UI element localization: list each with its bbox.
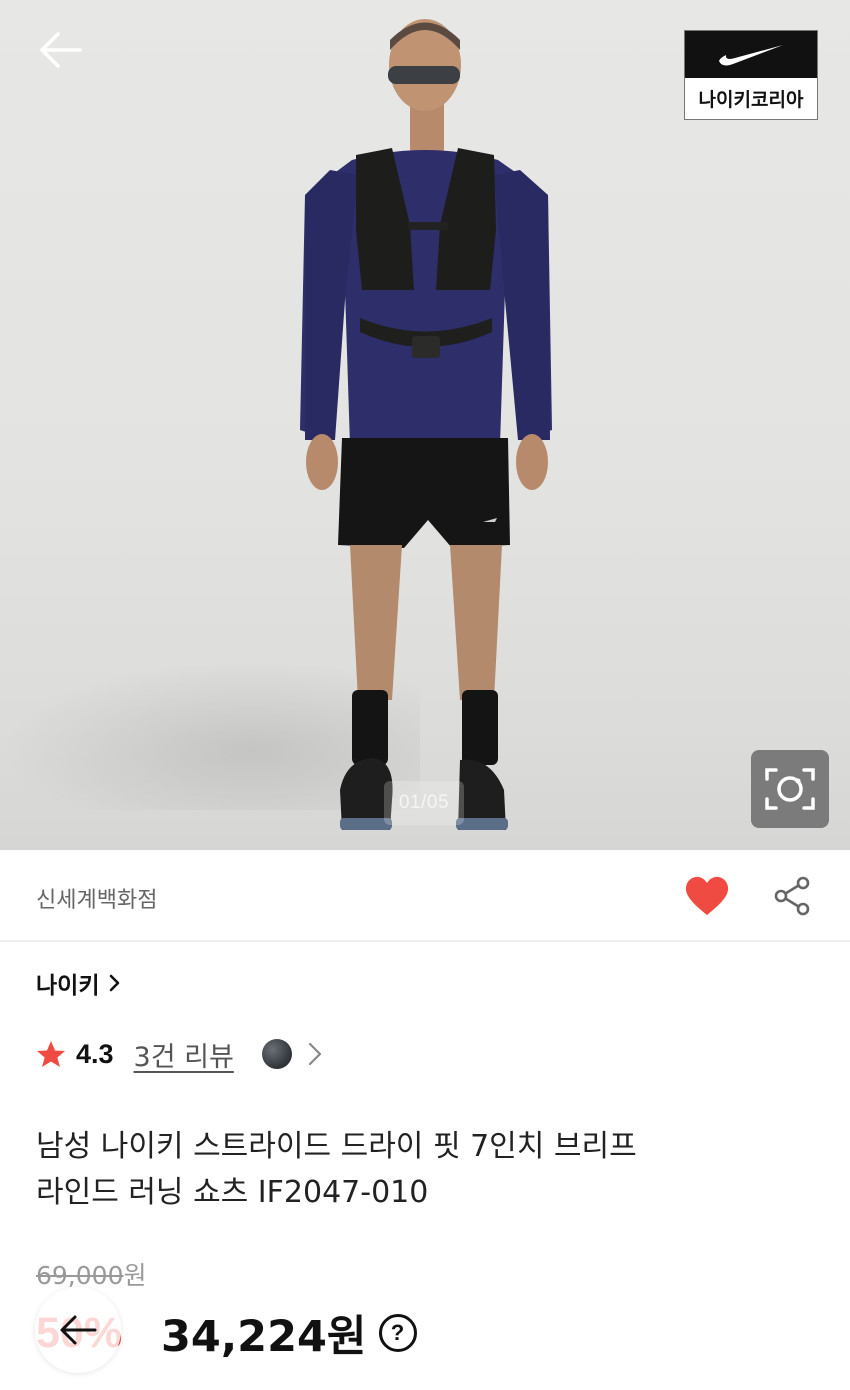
color-swatch[interactable] [261,1039,292,1069]
lens-search-icon [765,768,815,810]
star-icon [37,1041,65,1067]
sale-price: 34,224원 [161,1312,367,1362]
chevron-right-icon[interactable] [308,1042,322,1066]
rating-row: 4.3 3건 리뷰 [36,1034,322,1074]
heart-icon [685,876,729,915]
back-button[interactable] [34,28,86,72]
price-help-button[interactable]: ? [378,1314,417,1352]
image-page-counter: 01/05 [384,781,464,825]
arrow-left-icon [40,32,82,68]
chevron-right-icon [110,974,120,992]
share-icon [774,876,810,916]
product-title: 남성 나이키 스트라이드 드라이 핏 7인치 브리프 라인드 러닝 쇼츠 IF2… [36,1124,736,1216]
product-title-line: 남성 나이키 스트라이드 드라이 핏 7인치 브리프 [36,1129,637,1164]
review-count-link[interactable]: 3건 리뷰 [134,1035,234,1074]
image-search-button[interactable] [751,750,829,828]
original-price-unit: 원 [123,1261,147,1290]
help-icon: ? [390,1320,405,1345]
seller-name[interactable]: 신세계백화점 [36,882,157,914]
product-photo-model [300,19,552,830]
floating-back-button[interactable] [35,1287,121,1373]
brand-badge-label: 나이키코리아 [698,89,804,111]
arrow-left-icon [60,1315,97,1345]
product-title-line: 라인드 러닝 쇼츠 IF2047-010 [36,1175,429,1210]
rating-score: 4.3 [76,1038,114,1069]
product-image-carousel[interactable]: 나이키코리아 01/05 [0,0,850,850]
brand-store-badge[interactable]: 나이키코리아 [684,30,818,120]
original-price-value: 69,000 [36,1261,124,1290]
favorite-button[interactable] [684,875,732,921]
original-price: 69,000원 [36,1256,147,1292]
seller-row: 신세계백화점 [0,850,850,942]
brand-link[interactable]: 나이키 [36,966,121,1000]
brand-name: 나이키 [36,973,100,999]
share-button[interactable] [772,875,816,919]
nike-logo [685,31,817,78]
nike-swoosh-icon [719,44,783,65]
